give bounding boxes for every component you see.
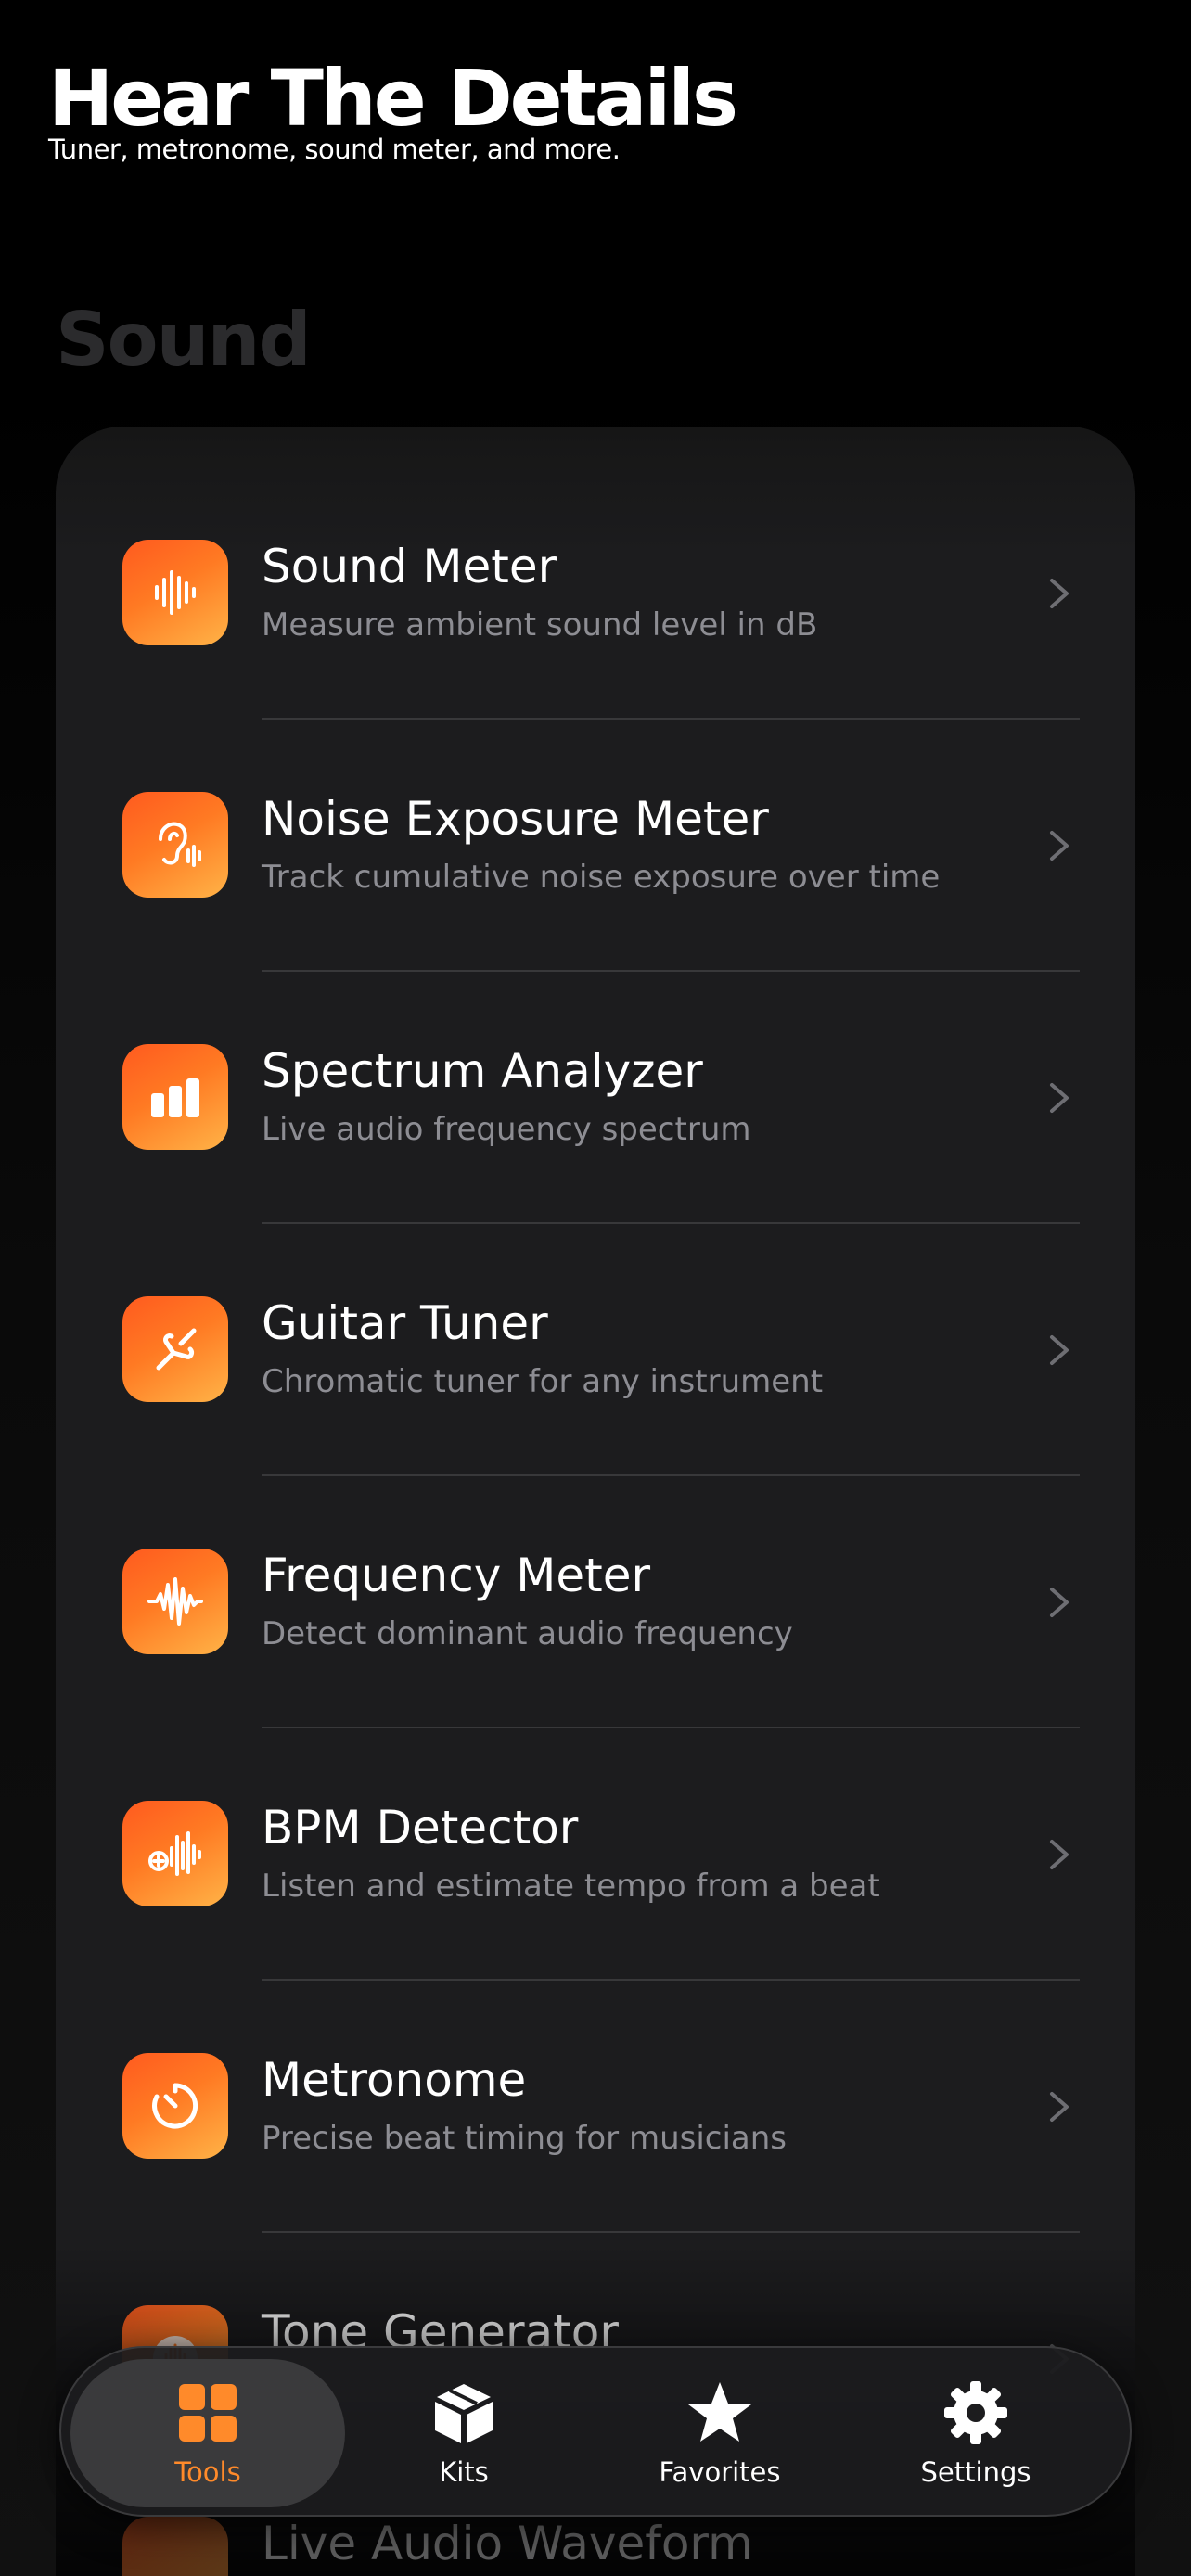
grid-icon: [179, 2384, 237, 2442]
tab-label: Settings: [920, 2456, 1031, 2488]
tab-label: Kits: [439, 2456, 489, 2488]
tool-subtitle: Track cumulative noise exposure over tim…: [262, 859, 941, 896]
chevron-right-icon: [1050, 1840, 1069, 1869]
tool-row-metronome[interactable]: Metronome Precise beat timing for musici…: [56, 1981, 1135, 2233]
header: Hear The Details Tuner, metronome, sound…: [48, 53, 738, 165]
star-icon: [688, 2382, 751, 2442]
tool-title: Live Audio Waveform: [262, 2517, 753, 2570]
tab-favorites[interactable]: Favorites: [583, 2359, 857, 2507]
tool-subtitle: Detect dominant audio frequency: [262, 1615, 793, 1652]
chevron-right-icon: [1050, 2092, 1069, 2122]
page-title: Hear The Details: [48, 53, 738, 144]
tool-title: Sound Meter: [262, 540, 557, 593]
tab-tools[interactable]: Tools: [70, 2359, 345, 2507]
tool-subtitle: Measure ambient sound level in dB: [262, 606, 818, 644]
gear-icon: [944, 2381, 1007, 2444]
bar-chart-icon: [122, 1044, 228, 1150]
tool-row-bpm-detector[interactable]: BPM Detector Listen and estimate tempo f…: [56, 1728, 1135, 1981]
chevron-right-icon: [1050, 1335, 1069, 1365]
chevron-right-icon: [1050, 1083, 1069, 1113]
timer-icon: [122, 2053, 228, 2159]
tool-row-noise-exposure-meter[interactable]: Noise Exposure Meter Track cumulative no…: [56, 720, 1135, 972]
tool-row-frequency-meter[interactable]: Frequency Meter Detect dominant audio fr…: [56, 1476, 1135, 1728]
chevron-right-icon: [1050, 831, 1069, 861]
wave-spike-icon: [122, 1549, 228, 1654]
tab-bar: Tools Kits Favorites Settings: [59, 2346, 1132, 2517]
tool-title: Guitar Tuner: [262, 1296, 548, 1350]
tab-kits[interactable]: Kits: [327, 2359, 601, 2507]
tuning-fork-icon: [122, 1296, 228, 1402]
ear-waveform-icon: [122, 792, 228, 898]
tool-row-guitar-tuner[interactable]: Guitar Tuner Chromatic tuner for any ins…: [56, 1224, 1135, 1476]
tool-row-sound-meter[interactable]: Sound Meter Measure ambient sound level …: [56, 467, 1135, 720]
tool-title: BPM Detector: [262, 1801, 579, 1855]
tools-list: Sound Meter Measure ambient sound level …: [56, 427, 1135, 2576]
waveform-icon: [122, 540, 228, 645]
tool-subtitle: Listen and estimate tempo from a beat: [262, 1868, 880, 1905]
tab-settings[interactable]: Settings: [839, 2359, 1113, 2507]
tool-title: Spectrum Analyzer: [262, 1044, 703, 1098]
chevron-right-icon: [1050, 1588, 1069, 1617]
section-title: Sound: [56, 297, 312, 383]
tool-title: Frequency Meter: [262, 1549, 651, 1602]
tab-label: Tools: [174, 2456, 241, 2488]
tool-subtitle: Chromatic tuner for any instrument: [262, 1363, 824, 1400]
page: Hear The Details Tuner, metronome, sound…: [0, 0, 1191, 2576]
tool-title: Metronome: [262, 2053, 527, 2107]
tool-subtitle: Live audio frequency spectrum: [262, 1111, 751, 1148]
box-icon: [435, 2384, 493, 2443]
tool-subtitle: Precise beat timing for musicians: [262, 2120, 788, 2157]
waveform-icon: [122, 2517, 228, 2576]
tool-row-spectrum-analyzer[interactable]: Spectrum Analyzer Live audio frequency s…: [56, 972, 1135, 1224]
tab-label: Favorites: [659, 2456, 781, 2488]
waveform-plus-icon: [122, 1801, 228, 1906]
tool-title: Noise Exposure Meter: [262, 792, 769, 846]
chevron-right-icon: [1050, 579, 1069, 608]
